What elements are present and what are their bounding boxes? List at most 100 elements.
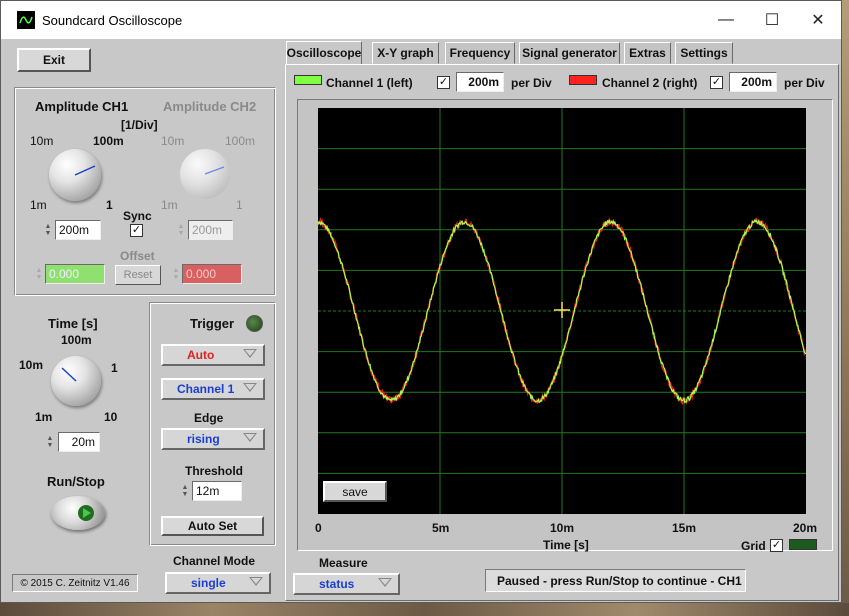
ch1-color-swatch[interactable]	[294, 75, 322, 85]
grid-color-swatch[interactable]	[789, 539, 817, 550]
trigger-channel-value: Channel 1	[177, 382, 235, 396]
maximize-button[interactable]: ☐	[749, 1, 795, 39]
threshold-input[interactable]: 12m	[192, 481, 242, 501]
minimize-button[interactable]: —	[703, 1, 749, 39]
runstop-button[interactable]	[51, 496, 105, 530]
trigger-title: Trigger	[190, 316, 235, 331]
knob-indicator	[61, 367, 77, 382]
ch2-tick-1: 1	[236, 198, 243, 212]
tab-signal-generator[interactable]: Signal generator	[519, 42, 620, 64]
ch2-tick-100m: 100m	[225, 134, 256, 148]
trigger-edge-value: rising	[187, 432, 220, 446]
x-tick-label: 5m	[432, 521, 450, 535]
spin-up-icon: ▲	[181, 484, 189, 491]
x-tick-label: 0	[315, 521, 322, 535]
time-tick-100m: 100m	[61, 333, 92, 347]
time-tick-10m: 10m	[19, 358, 44, 372]
exit-button[interactable]: Exit	[17, 48, 91, 72]
chevron-down-icon	[243, 383, 257, 392]
time-knob[interactable]	[51, 356, 101, 406]
tab-settings[interactable]: Settings	[675, 42, 733, 64]
x-tick-label: 20m	[793, 521, 818, 535]
knob-indicator	[74, 165, 96, 176]
ch2-label: Channel 2 (right)	[602, 76, 698, 90]
checkmark-icon: ✓	[771, 539, 782, 551]
oscilloscope-display[interactable]: save	[318, 108, 806, 514]
channel-mode-dropdown[interactable]: single	[165, 572, 271, 594]
trigger-edge-dropdown[interactable]: rising	[161, 428, 265, 450]
amplitude-ch2-knob[interactable]	[180, 149, 230, 199]
ch2-tick-10m: 10m	[161, 134, 185, 148]
play-icon	[78, 505, 94, 521]
x-tick-label: 10m	[550, 521, 575, 535]
edge-label: Edge	[194, 411, 224, 425]
app-window: Soundcard Oscilloscope — ☐ ✕ Exit Amplit…	[0, 0, 842, 603]
ch2-tick-1m: 1m	[161, 198, 178, 212]
ch1-amp-input[interactable]: 200m	[55, 220, 101, 240]
knob-indicator-ch2	[204, 166, 225, 175]
copyright-label: © 2015 C. Zeitnitz V1.46	[12, 574, 138, 592]
trigger-mode-value: Auto	[187, 348, 215, 362]
spin-up-icon: ▲	[177, 223, 185, 230]
spin-down-icon: ▼	[181, 491, 189, 498]
time-spinner[interactable]: ▲ ▼	[45, 432, 55, 452]
sync-label: Sync	[123, 209, 152, 223]
x-tick-label: 15m	[672, 521, 697, 535]
title-bar: Soundcard Oscilloscope — ☐ ✕	[1, 1, 841, 39]
ch1-enable-checkbox[interactable]: ✓	[437, 76, 450, 89]
trigger-cursor-icon	[554, 302, 570, 318]
tab-oscilloscope[interactable]: Oscilloscope	[286, 41, 362, 65]
close-button[interactable]: ✕	[795, 1, 841, 39]
trigger-channel-dropdown[interactable]: Channel 1	[161, 378, 265, 400]
ch1-label: Channel 1 (left)	[326, 76, 413, 90]
ch2-color-swatch[interactable]	[569, 75, 597, 85]
ch1-tick-1m: 1m	[30, 198, 47, 212]
grid-label: Grid	[741, 539, 766, 553]
ch1-offset-input[interactable]: 0.000	[45, 264, 105, 284]
measure-value: status	[319, 577, 355, 591]
minimize-icon: —	[718, 11, 734, 28]
channel-mode-label: Channel Mode	[173, 554, 256, 568]
offset-reset-button[interactable]: Reset	[115, 265, 161, 285]
waveform-plot	[318, 108, 806, 514]
window-title: Soundcard Oscilloscope	[42, 12, 183, 28]
ch2-amp-spinner[interactable]: ▲ ▼	[176, 220, 186, 240]
checkmark-icon: ✓	[711, 76, 722, 88]
ch1-per-div-label: per Div	[511, 76, 552, 90]
trigger-led-indicator	[246, 315, 263, 332]
ch1-amp-spinner[interactable]: ▲ ▼	[43, 220, 53, 240]
trigger-mode-dropdown[interactable]: Auto	[161, 344, 265, 366]
ch1-tick-1: 1	[106, 198, 113, 212]
time-tick-1m: 1m	[35, 410, 53, 424]
amplitude-ch1-knob[interactable]	[49, 149, 101, 201]
ch1-offset-spinner[interactable]: ▲ ▼	[34, 264, 44, 284]
chevron-down-icon	[243, 433, 257, 442]
ch1-per-div-input[interactable]: 200m	[456, 72, 504, 92]
oscilloscope-app-icon	[17, 11, 35, 29]
ch2-amp-input[interactable]: 200m	[188, 220, 233, 240]
x-axis-label: Time [s]	[543, 538, 589, 552]
save-button[interactable]: save	[323, 481, 387, 502]
spin-down-icon: ▼	[172, 274, 180, 281]
grid-checkbox[interactable]: ✓	[770, 539, 783, 552]
maximize-icon: ☐	[764, 12, 780, 29]
time-tick-10: 10	[104, 410, 118, 424]
threshold-spinner[interactable]: ▲ ▼	[180, 481, 190, 501]
auto-set-button[interactable]: Auto Set	[161, 516, 264, 536]
tab-frequency[interactable]: Frequency	[445, 42, 515, 64]
ch2-per-div-input[interactable]: 200m	[729, 72, 777, 92]
tab-extras[interactable]: Extras	[624, 42, 671, 64]
spin-down-icon: ▼	[46, 442, 54, 449]
measure-dropdown[interactable]: status	[293, 573, 400, 595]
ch1-tick-10m: 10m	[30, 134, 54, 148]
ch2-offset-input[interactable]: 0.000	[182, 264, 242, 284]
sync-checkbox[interactable]: ✓	[130, 224, 143, 237]
amplitude-ch2-label: Amplitude CH2	[163, 99, 257, 114]
spin-up-icon: ▲	[35, 267, 43, 274]
ch2-offset-spinner[interactable]: ▲ ▼	[171, 264, 181, 284]
time-label: Time [s]	[48, 316, 98, 331]
ch2-enable-checkbox[interactable]: ✓	[710, 76, 723, 89]
tab-xy-graph[interactable]: X-Y graph	[372, 42, 439, 64]
time-input[interactable]: 20m	[58, 432, 100, 452]
ch2-per-div-label: per Div	[784, 76, 825, 90]
